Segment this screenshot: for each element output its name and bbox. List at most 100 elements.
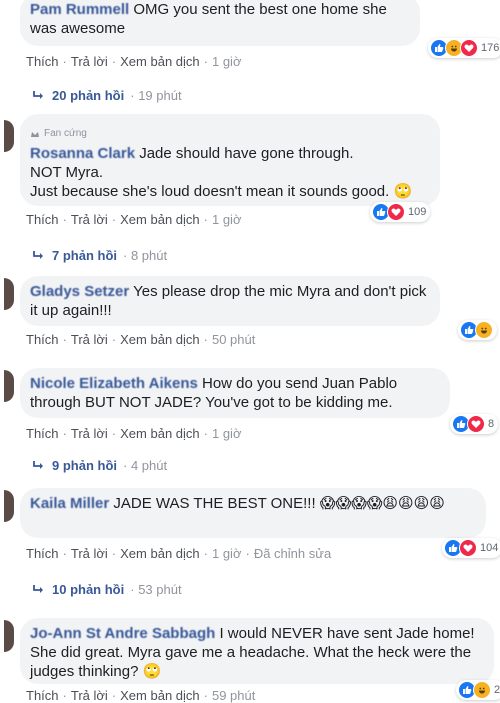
reply-link[interactable]: Trả lời xyxy=(71,688,108,703)
reply-link[interactable]: Trả lời xyxy=(71,426,108,441)
comment-text-line: Jade should have gone through. xyxy=(139,145,354,162)
comment-bubble: Gladys Setzer Yes please drop the mic My… xyxy=(20,276,440,326)
comment-author[interactable]: Rosanna Clark xyxy=(30,145,135,162)
comment-actions: Thích · Trả lời · Xem bản dịch · 1 giờ xyxy=(26,426,241,441)
haha-reaction-icon xyxy=(473,681,491,699)
comment-author[interactable]: Pam Rummell xyxy=(30,1,129,18)
edited-label[interactable]: Đã chỉnh sửa xyxy=(254,546,331,561)
reply-link[interactable]: Trả lời xyxy=(71,212,108,227)
reply-arrow-icon xyxy=(33,584,43,593)
replies-count[interactable]: 9 phản hồi xyxy=(52,458,117,473)
avatar[interactable] xyxy=(4,620,14,652)
reaction-summary[interactable] xyxy=(458,320,497,340)
reply-link[interactable]: Trả lời xyxy=(71,332,108,347)
like-link[interactable]: Thích xyxy=(26,426,59,441)
comment-text: JADE WAS THE BEST ONE!!! 😱😱😱😱😩😩😩😩 xyxy=(113,495,445,512)
translate-link[interactable]: Xem bản dịch xyxy=(120,688,200,703)
reply-link[interactable]: Trả lời xyxy=(71,546,108,561)
reaction-summary[interactable]: 2 xyxy=(456,680,500,700)
comment-text-line: NOT Myra. xyxy=(30,164,104,181)
separator: · xyxy=(62,688,67,703)
like-link[interactable]: Thích xyxy=(26,332,59,347)
separator: · xyxy=(111,212,117,227)
like-link[interactable]: Thích xyxy=(26,546,59,561)
reaction-summary[interactable]: 176 xyxy=(428,38,500,58)
separator: · xyxy=(245,546,250,561)
view-replies-link[interactable]: 7 phản hồi · 8 phút xyxy=(32,248,167,263)
translate-link[interactable]: Xem bản dịch xyxy=(120,426,200,441)
reaction-count: 176 xyxy=(481,42,500,54)
comment-timestamp[interactable]: 50 phút xyxy=(212,332,255,347)
reply-arrow-icon xyxy=(33,250,43,259)
comment-author[interactable]: Gladys Setzer xyxy=(30,283,129,300)
separator: · xyxy=(62,54,67,69)
replies-time: · 8 phút xyxy=(123,248,168,263)
avatar[interactable] xyxy=(4,490,14,522)
comment-bubble: Kaila Miller JADE WAS THE BEST ONE!!! 😱😱… xyxy=(20,488,486,538)
translate-link[interactable]: Xem bản dịch xyxy=(120,332,200,347)
haha-reaction-icon xyxy=(475,321,493,339)
separator: · xyxy=(203,688,208,703)
love-reaction-icon xyxy=(459,539,477,557)
replies-count[interactable]: 7 phản hồi xyxy=(52,248,117,263)
separator: · xyxy=(203,426,208,441)
comment-author[interactable]: Nicole Elizabeth Aikens xyxy=(30,375,198,392)
separator: · xyxy=(111,332,117,347)
separator: · xyxy=(203,546,208,561)
separator: · xyxy=(62,332,67,347)
view-replies-link[interactable]: 10 phản hồi · 53 phút xyxy=(32,582,182,597)
view-replies-link[interactable]: 20 phản hồi · 19 phút xyxy=(32,88,182,103)
reply-arrow-icon xyxy=(33,460,43,469)
comment-timestamp[interactable]: 1 giờ xyxy=(212,54,242,69)
reaction-count: 104 xyxy=(480,542,499,554)
comment-author[interactable]: Kaila Miller xyxy=(30,495,109,512)
avatar[interactable] xyxy=(4,120,14,152)
replies-count[interactable]: 20 phản hồi xyxy=(52,88,124,103)
comment-author[interactable]: Jo-Ann St Andre Sabbagh xyxy=(30,625,215,642)
separator: · xyxy=(62,546,67,561)
comment-actions: Thích · Trả lời · Xem bản dịch · 50 phút xyxy=(26,332,255,347)
reaction-summary[interactable]: 109 xyxy=(370,202,431,222)
comment-bubble: Nicole Elizabeth Aikens How do you send … xyxy=(20,368,450,418)
separator: · xyxy=(111,688,117,703)
separator: · xyxy=(62,212,67,227)
comment-bubble: Pam Rummell OMG you sent the best one ho… xyxy=(20,0,420,46)
comment-text-line: Just because she's loud doesn't mean it … xyxy=(30,183,413,200)
avatar[interactable] xyxy=(4,370,14,402)
like-link[interactable]: Thích xyxy=(26,688,59,703)
reaction-summary[interactable]: 104 xyxy=(442,538,500,558)
avatar[interactable] xyxy=(4,278,14,310)
like-link[interactable]: Thích xyxy=(26,212,59,227)
comment-timestamp[interactable]: 1 giờ xyxy=(212,546,242,561)
comment-timestamp[interactable]: 59 phút xyxy=(212,688,255,703)
reaction-count: 109 xyxy=(408,206,427,218)
translate-link[interactable]: Xem bản dịch xyxy=(120,546,200,561)
separator: · xyxy=(111,54,117,69)
top-fan-icon xyxy=(31,131,39,137)
like-link[interactable]: Thích xyxy=(26,54,59,69)
separator: · xyxy=(203,332,208,347)
reply-arrow-icon xyxy=(33,90,43,99)
comment-timestamp[interactable]: 1 giờ xyxy=(212,426,242,441)
translate-link[interactable]: Xem bản dịch xyxy=(120,54,200,69)
separator: · xyxy=(62,426,67,441)
separator: · xyxy=(203,212,208,227)
view-replies-link[interactable]: 9 phản hồi · 4 phút xyxy=(32,458,167,473)
separator: · xyxy=(111,546,117,561)
comment-actions: Thích · Trả lời · Xem bản dịch · 1 giờ · Đã … xyxy=(26,546,331,561)
reply-link[interactable]: Trả lời xyxy=(71,54,108,69)
replies-count[interactable]: 10 phản hồi xyxy=(52,582,124,597)
replies-time: · 19 phút xyxy=(130,88,182,103)
comment-actions: Thích · Trả lời · Xem bản dịch · 1 giờ xyxy=(26,54,241,69)
reaction-summary[interactable]: 8 xyxy=(450,414,499,434)
love-reaction-icon xyxy=(460,39,478,57)
comment-timestamp[interactable]: 1 giờ xyxy=(212,212,242,227)
translate-link[interactable]: Xem bản dịch xyxy=(120,212,200,227)
separator: · xyxy=(111,426,117,441)
separator: · xyxy=(203,54,208,69)
top-fan-badge: Fan cứng xyxy=(30,124,428,143)
comment-actions: Thích · Trả lời · Xem bản dịch · 59 phút xyxy=(26,688,255,703)
comment-actions: Thích · Trả lời · Xem bản dịch · 1 giờ xyxy=(26,212,241,227)
replies-time: · 53 phút xyxy=(130,582,182,597)
reaction-count: 2 xyxy=(494,684,500,696)
